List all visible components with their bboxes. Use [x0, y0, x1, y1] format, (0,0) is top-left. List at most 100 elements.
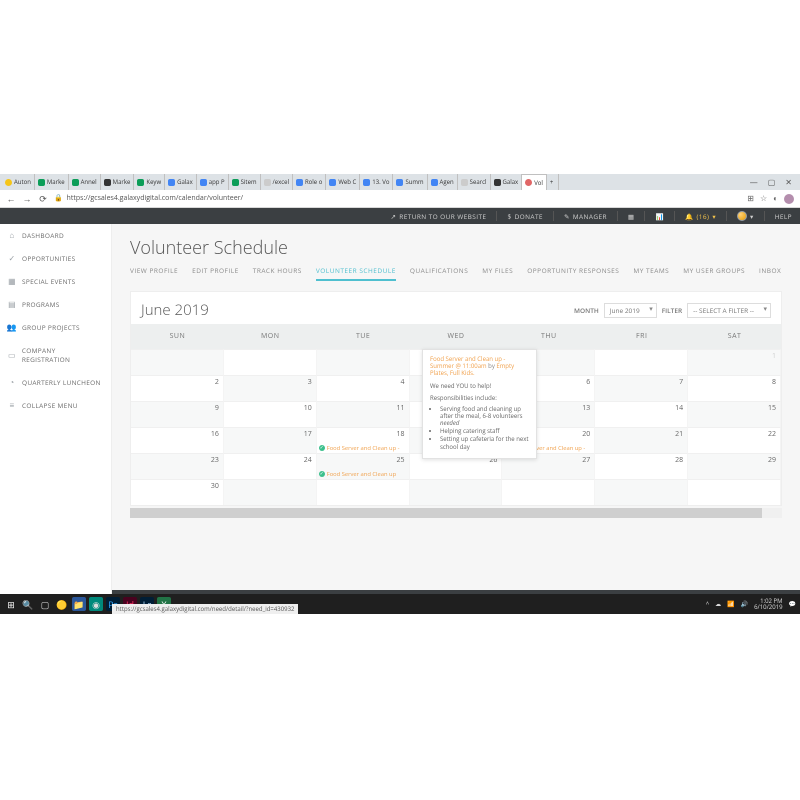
sidebar-item[interactable]: ◔QUARTERLY LUNCHEON: [0, 371, 111, 394]
calendar-cell[interactable]: 22: [688, 427, 781, 453]
browser-tab[interactable]: Agen: [428, 174, 458, 190]
subtab[interactable]: EDIT PROFILE: [192, 266, 239, 281]
calendar-cell[interactable]: 10: [224, 401, 317, 427]
sidebar-item[interactable]: ✓OPPORTUNITIES: [0, 247, 111, 270]
sidebar-item[interactable]: ▦SPECIAL EVENTS: [0, 270, 111, 293]
tray-volume-icon[interactable]: 🔊: [741, 600, 748, 608]
window-minimize[interactable]: —: [750, 177, 758, 188]
subtab[interactable]: QUALIFICATIONS: [410, 266, 468, 281]
profile-avatar-icon[interactable]: [784, 194, 794, 204]
help-link[interactable]: HELP: [775, 212, 792, 221]
browser-tab[interactable]: Galax: [491, 174, 523, 190]
nav-back-button[interactable]: ←: [6, 192, 16, 205]
sidebar-item[interactable]: ≡COLLAPSE MENU: [0, 394, 111, 417]
subtab[interactable]: VIEW PROFILE: [130, 266, 178, 281]
browser-tab[interactable]: Web C: [326, 174, 360, 190]
calendar-cell[interactable]: 30: [131, 479, 224, 505]
calendar-cell[interactable]: [595, 349, 688, 375]
calendar-cell[interactable]: 25✓Food Server and Clean up: [317, 453, 410, 479]
new-tab-button[interactable]: +: [547, 174, 559, 190]
nav-forward-button[interactable]: →: [22, 192, 32, 205]
browser-tab[interactable]: Keyw: [134, 174, 165, 190]
calendar-cell[interactable]: 8: [688, 375, 781, 401]
calendar-cell[interactable]: 7: [595, 375, 688, 401]
browser-tab[interactable]: 13. Vo: [360, 174, 393, 190]
browser-tab[interactable]: Annel: [69, 174, 101, 190]
subtab[interactable]: MY TEAMS: [633, 266, 669, 281]
tray-notification-icon[interactable]: 💬: [789, 600, 796, 608]
calendar-cell[interactable]: 4: [317, 375, 410, 401]
return-website-link[interactable]: ↗RETURN TO OUR WEBSITE: [390, 212, 486, 221]
window-maximize[interactable]: ▢: [768, 177, 776, 188]
browser-tab[interactable]: Searcl: [458, 174, 491, 190]
calendar-cell[interactable]: [224, 479, 317, 505]
window-close[interactable]: ✕: [785, 177, 792, 188]
user-avatar[interactable]: ▾: [737, 211, 754, 221]
donate-link[interactable]: $DONATE: [507, 212, 543, 221]
calendar-cell[interactable]: 3: [224, 375, 317, 401]
calendar-cell[interactable]: 2: [131, 375, 224, 401]
calendar-event[interactable]: ✓Food Server and Clean up -: [319, 444, 407, 452]
browser-tab[interactable]: Summ: [393, 174, 427, 190]
alerts-button[interactable]: 🔔(16)▾: [685, 212, 716, 221]
chart-icon[interactable]: 📊: [655, 212, 664, 221]
taskbar-clock[interactable]: 1:02 PM 6/10/2019: [754, 598, 782, 610]
calendar-cell[interactable]: [502, 479, 595, 505]
sidebar-item[interactable]: ⌂DASHBOARD: [0, 224, 111, 247]
calendar-cell[interactable]: [410, 479, 503, 505]
calendar-cell[interactable]: 18✓Food Server and Clean up -: [317, 427, 410, 453]
horizontal-scrollbar[interactable]: [130, 508, 782, 518]
sidebar-item[interactable]: ▭COMPANY REGISTRATION: [0, 339, 111, 371]
file-explorer-icon[interactable]: 📁: [72, 597, 86, 611]
calendar-event[interactable]: ✓Food Server and Clean up: [319, 470, 407, 478]
browser-tab[interactable]: Galax: [165, 174, 197, 190]
tray-up-icon[interactable]: ^: [706, 600, 709, 608]
qr-icon[interactable]: ⊞: [747, 193, 754, 204]
calendar-cell[interactable]: 16: [131, 427, 224, 453]
address-bar[interactable]: 🔒 https://gcsales4.galaxydigital.com/cal…: [54, 194, 741, 203]
filter-select[interactable]: -- SELECT A FILTER --: [687, 303, 771, 318]
browser-tab[interactable]: app P: [197, 174, 229, 190]
browser-tab[interactable]: /excel: [261, 174, 293, 190]
calendar-cell[interactable]: [224, 349, 317, 375]
browser-tab[interactable]: Marke: [101, 174, 135, 190]
calendar-cell[interactable]: 11: [317, 401, 410, 427]
browser-tab[interactable]: Role o: [293, 174, 326, 190]
subtab[interactable]: OPPORTUNITY RESPONSES: [527, 266, 619, 281]
subtab[interactable]: MY USER GROUPS: [683, 266, 745, 281]
calendar-cell[interactable]: 14: [595, 401, 688, 427]
month-select[interactable]: June 2019: [604, 303, 657, 318]
browser-tab[interactable]: Vol: [522, 174, 547, 190]
sidebar-item[interactable]: 👥GROUP PROJECTS: [0, 316, 111, 339]
browser-tab[interactable]: Sitem: [229, 174, 261, 190]
calendar-cell[interactable]: 1: [688, 349, 781, 375]
tray-wifi-icon[interactable]: 📶: [727, 600, 734, 608]
star-icon[interactable]: ☆: [760, 193, 767, 204]
calendar-cell[interactable]: 29: [688, 453, 781, 479]
subtab[interactable]: VOLUNTEER SCHEDULE: [316, 266, 396, 281]
calendar-cell[interactable]: [317, 479, 410, 505]
extension-icon[interactable]: ◐: [773, 193, 778, 204]
manager-link[interactable]: ✎MANAGER: [564, 212, 607, 221]
start-button[interactable]: ⊞: [4, 597, 18, 611]
subtab[interactable]: INBOX: [759, 266, 781, 281]
subtab[interactable]: TRACK HOURS: [253, 266, 302, 281]
calendar-cell[interactable]: [595, 479, 688, 505]
calendar-cell[interactable]: [131, 349, 224, 375]
subtab[interactable]: MY FILES: [482, 266, 513, 281]
browser-tab[interactable]: Auton: [2, 174, 35, 190]
calendar-cell[interactable]: 28: [595, 453, 688, 479]
calendar-cell[interactable]: 24: [224, 453, 317, 479]
calendar-cell[interactable]: [317, 349, 410, 375]
browser-tab[interactable]: Marke: [35, 174, 69, 190]
task-view-icon[interactable]: ▢: [38, 597, 52, 611]
nav-reload-button[interactable]: ⟳: [38, 192, 48, 205]
app-green-icon[interactable]: ◉: [89, 597, 103, 611]
calendar-cell[interactable]: 15: [688, 401, 781, 427]
calendar-cell[interactable]: 9: [131, 401, 224, 427]
search-icon[interactable]: 🔍: [21, 597, 35, 611]
grid-icon[interactable]: ▦: [628, 212, 635, 221]
sidebar-item[interactable]: ▤PROGRAMS: [0, 293, 111, 316]
calendar-cell[interactable]: 23: [131, 453, 224, 479]
chrome-icon[interactable]: 🟡: [55, 597, 69, 611]
